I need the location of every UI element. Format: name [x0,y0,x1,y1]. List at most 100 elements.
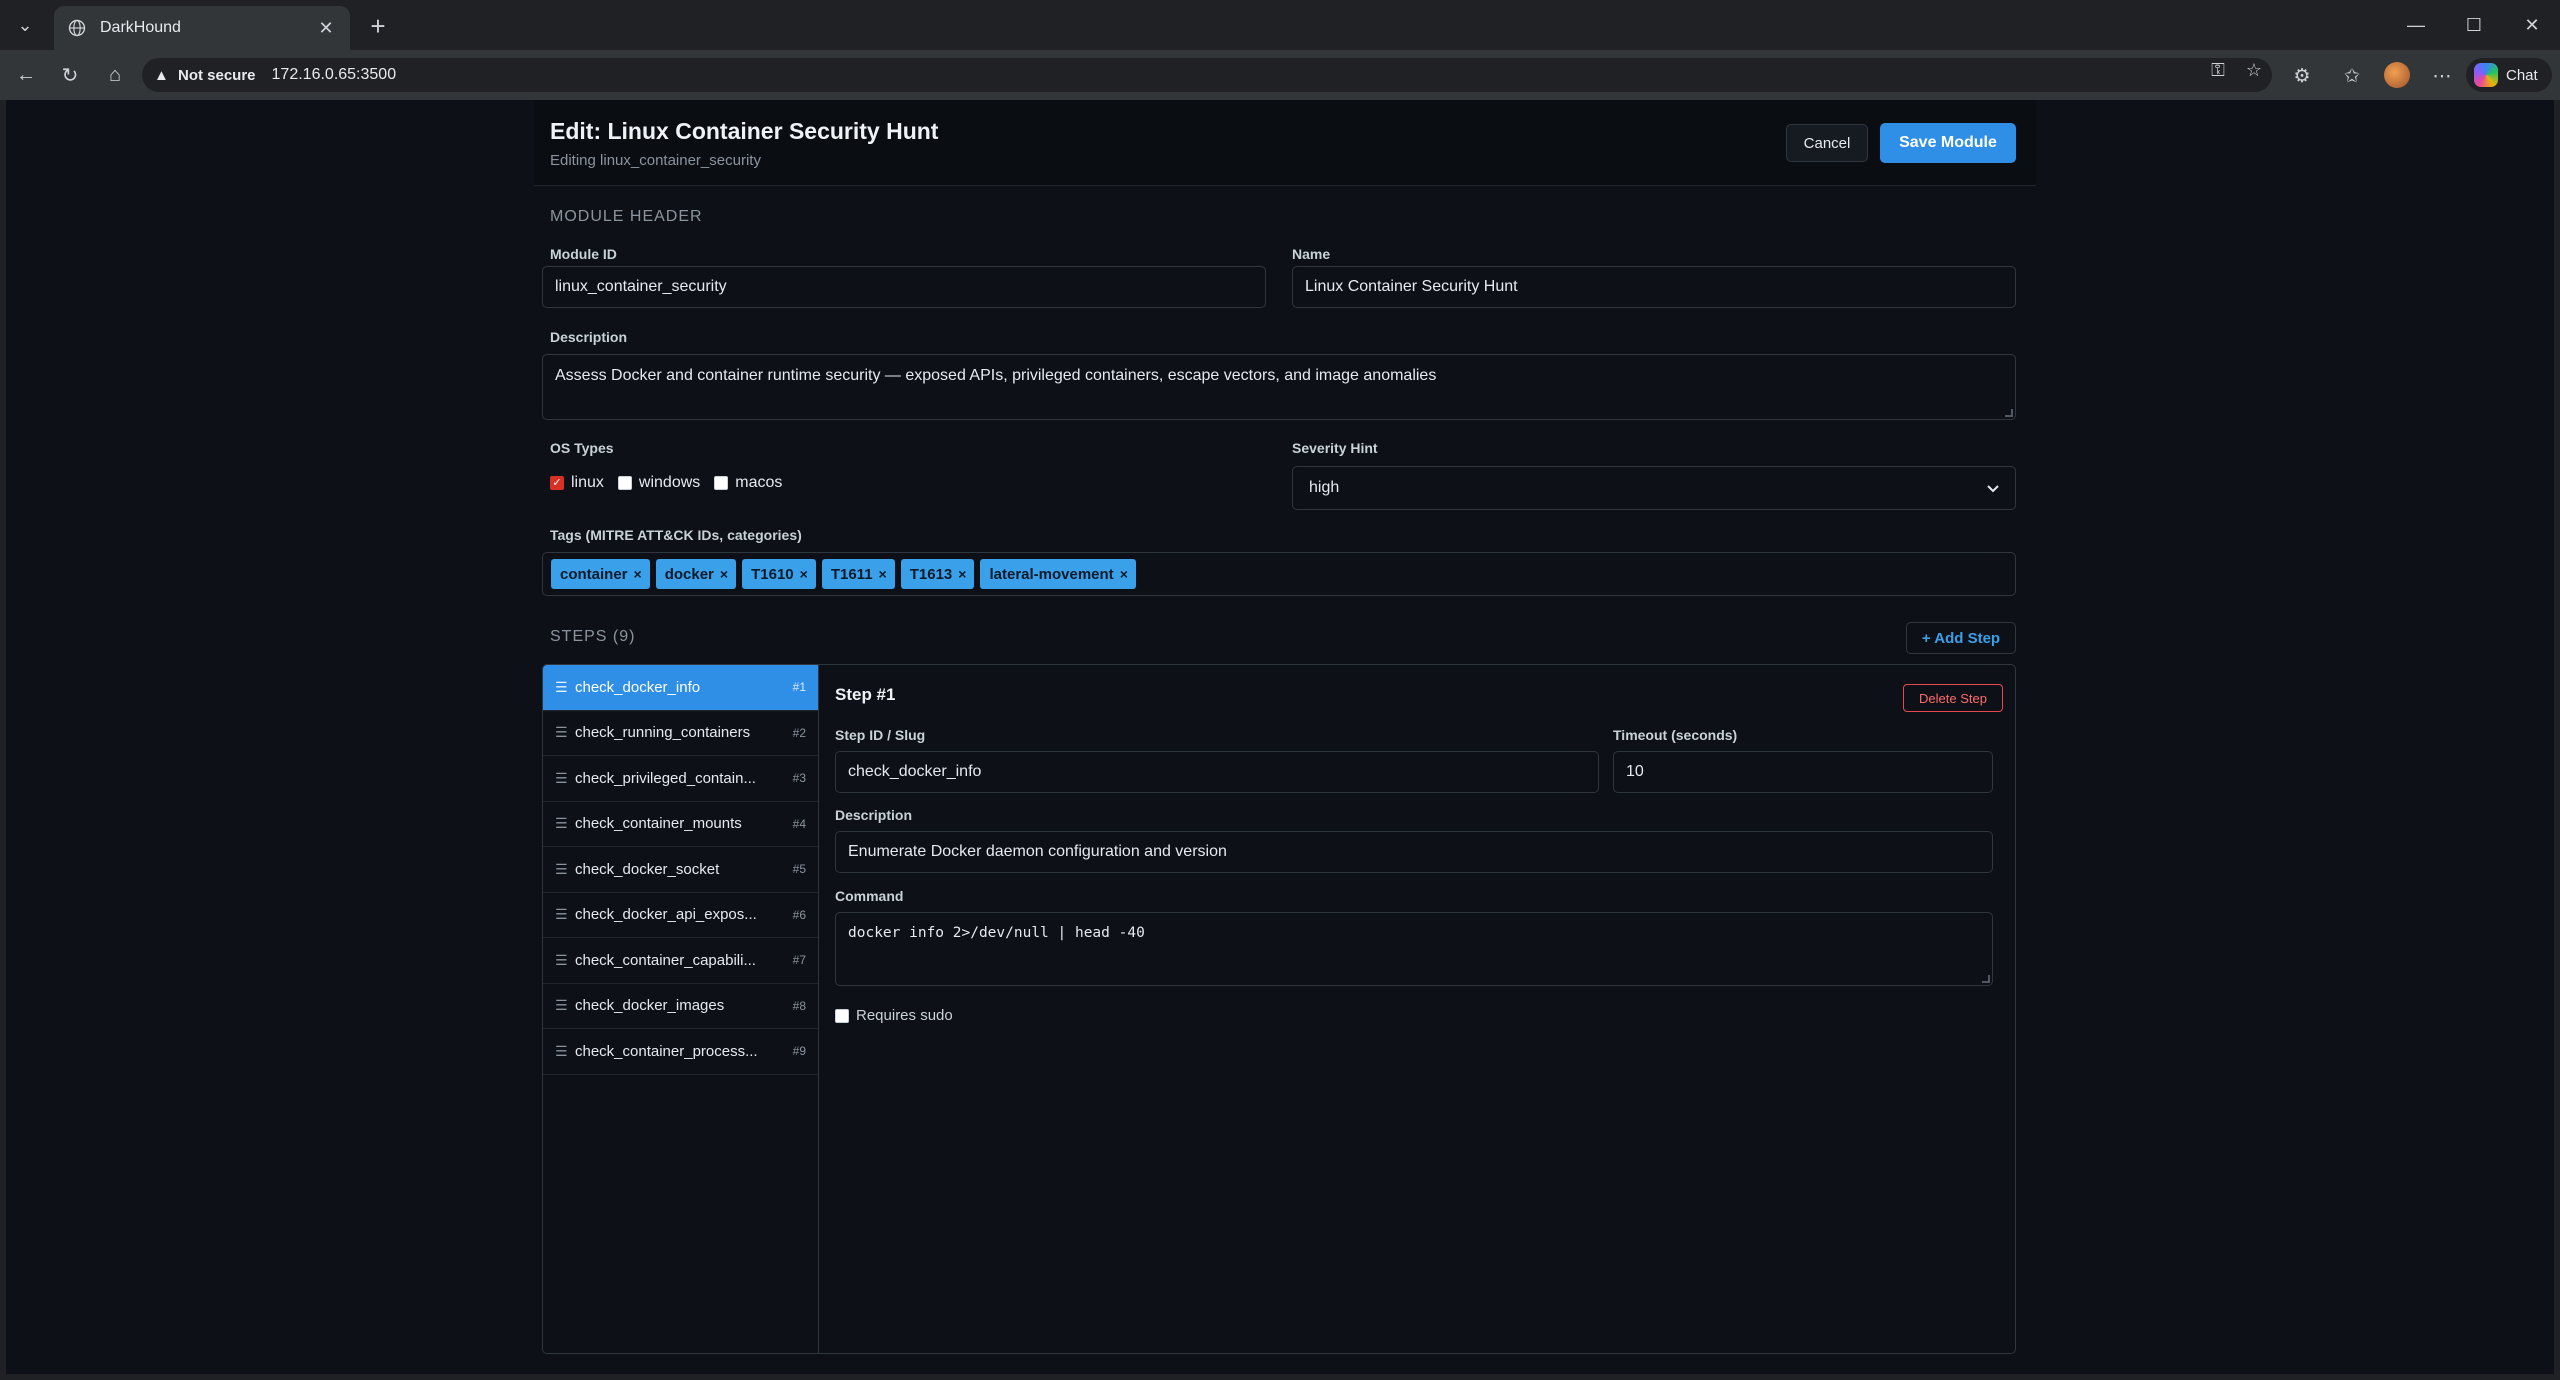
chevron-down-icon [1987,480,1999,496]
os-windows-checkbox[interactable] [617,476,632,490]
extensions-icon[interactable]: ⚙ [2288,62,2316,90]
tags-input[interactable]: container × docker × T1610 × T1611 × T1613 × … [542,552,2016,596]
tab-search-chevron-icon[interactable]: ⌄ [10,12,40,38]
name-label: Name [1292,246,1331,262]
severity-select[interactable]: high [1292,466,2016,510]
step-item[interactable]: ☰ check_container_mounts #4 [543,802,818,847]
resize-handle-icon[interactable] [2005,409,2013,417]
favorites-icon[interactable]: ✩ [2338,62,2366,90]
os-windows-label: windows [638,474,701,491]
step-name: check_docker_images [575,997,725,1015]
add-step-button[interactable]: + Add Step [1906,622,2016,654]
browser-tabstrip: ⌄ DarkHound ✕ + — ☐ ✕ [0,0,2560,50]
minimize-icon[interactable]: — [2396,10,2436,40]
drag-handle-icon[interactable]: ☰ [555,770,575,787]
remove-tag-icon[interactable]: × [800,566,808,582]
drag-handle-icon[interactable]: ☰ [555,1043,575,1060]
requires-sudo-option[interactable]: Requires sudo [835,1007,953,1024]
step-number: #8 [792,998,806,1013]
step-item[interactable]: ☰ check_running_containers #2 [543,711,818,756]
os-types-label: OS Types [550,440,614,456]
step-number: #1 [792,680,806,695]
drag-handle-icon[interactable]: ☰ [555,861,575,878]
os-linux-checkbox[interactable]: ✓ [550,476,564,490]
steps-panel: ☰ check_docker_info #1 ☰ check_running_cont… [542,664,2016,1354]
os-macos-label: macos [735,474,783,491]
home-icon[interactable]: ⌂ [99,59,131,91]
step-name: check_docker_socket [575,860,720,878]
drag-handle-icon[interactable]: ☰ [555,906,575,923]
close-window-icon[interactable]: ✕ [2512,10,2552,40]
os-linux-option[interactable]: ✓ linux [550,474,604,492]
more-icon[interactable]: ⋯ [2428,62,2456,90]
close-tab-icon[interactable]: ✕ [314,16,338,40]
new-tab-icon[interactable]: + [364,11,392,41]
requires-sudo-label: Requires sudo [856,1007,953,1024]
url-text[interactable]: 172.16.0.65:3500 [272,66,397,84]
step-item[interactable]: ☰ check_container_capabili... #7 [543,938,818,984]
command-label: Command [835,888,904,904]
remove-tag-icon[interactable]: × [1120,566,1128,582]
drag-handle-icon[interactable]: ☰ [555,952,575,969]
drag-handle-icon[interactable]: ☰ [555,997,575,1014]
maximize-icon[interactable]: ☐ [2454,10,2494,40]
security-label[interactable]: Not secure [178,67,256,84]
module-id-label: Module ID [550,246,617,262]
step-name: check_running_containers [575,724,751,742]
address-bar[interactable]: ▲ Not secure 172.16.0.65:3500 [142,58,2272,92]
step-name: check_container_process... [575,1042,758,1060]
page-subtitle: Editing linux_container_security [550,152,761,169]
reload-icon[interactable]: ↻ [54,59,86,91]
star-icon[interactable]: ☆ [2242,58,2266,82]
browser-tab[interactable]: DarkHound ✕ [54,6,350,50]
drag-handle-icon[interactable]: ☰ [555,815,575,832]
command-textarea[interactable]: docker info 2>/dev/null | head -40 [835,912,1993,986]
step-description-input[interactable]: Enumerate Docker daemon configuration an… [835,831,1993,873]
drag-handle-icon[interactable]: ☰ [555,724,575,741]
os-types-group: ✓ linux windows macos [550,474,796,492]
key-icon[interactable]: ⚿ [2206,58,2230,82]
drag-handle-icon[interactable]: ☰ [555,679,575,696]
os-macos-checkbox[interactable] [714,476,729,490]
tag-label: T1613 [909,565,953,583]
requires-sudo-checkbox[interactable] [835,1008,849,1023]
tag-label: lateral-movement [989,565,1114,583]
timeout-input[interactable]: 10 [1613,751,1993,793]
step-item[interactable]: ☰ check_docker_socket #5 [543,847,818,893]
browser-toolbar: ← ↻ ⌂ ▲ Not secure 172.16.0.65:3500 ⚿ ☆ … [0,50,2560,100]
profile-avatar[interactable] [2384,62,2410,88]
remove-tag-icon[interactable]: × [634,566,642,582]
tag-label: T1611 [830,565,873,583]
step-detail: Step #1 Delete Step Step ID / Slug check… [819,665,2015,1353]
back-icon[interactable]: ← [10,59,42,91]
delete-step-button[interactable]: Delete Step [1903,684,2003,712]
cancel-button[interactable]: Cancel [1786,124,1868,162]
name-input[interactable]: Linux Container Security Hunt [1292,266,2016,308]
description-textarea[interactable]: Assess Docker and container runtime secu… [542,354,2016,420]
step-item[interactable]: ☰ check_docker_images #8 [543,984,818,1029]
description-label: Description [550,329,628,345]
os-windows-option[interactable]: windows [617,474,701,492]
module-id-input[interactable]: linux_container_security [542,266,1266,308]
command-text: docker info 2>/dev/null | head -40 [848,925,1145,941]
step-item[interactable]: ☰ check_docker_api_expos... #6 [543,893,818,938]
remove-tag-icon[interactable]: × [879,566,887,582]
os-macos-option[interactable]: macos [714,474,782,492]
step-item[interactable]: ☰ check_docker_info #1 [543,665,818,711]
chat-button[interactable]: Chat [2466,58,2552,92]
step-item[interactable]: ☰ check_container_process... #9 [543,1029,818,1075]
tag-chip: lateral-movement × [980,559,1136,589]
remove-tag-icon[interactable]: × [958,566,966,582]
severity-label: Severity Hint [1292,440,1378,456]
timeout-label: Timeout (seconds) [1613,727,1738,743]
resize-handle-icon[interactable] [1982,975,1990,983]
step-id-input[interactable]: check_docker_info [835,751,1599,793]
save-module-button[interactable]: Save Module [1880,123,2016,163]
globe-icon [66,17,88,39]
tag-label: T1610 [751,565,794,583]
tag-label: container [560,565,628,583]
step-item[interactable]: ☰ check_privileged_contain... #3 [543,756,818,802]
chat-label: Chat [2506,66,2538,84]
remove-tag-icon[interactable]: × [720,566,728,582]
steps-list: ☰ check_docker_info #1 ☰ check_running_cont… [543,665,819,1353]
